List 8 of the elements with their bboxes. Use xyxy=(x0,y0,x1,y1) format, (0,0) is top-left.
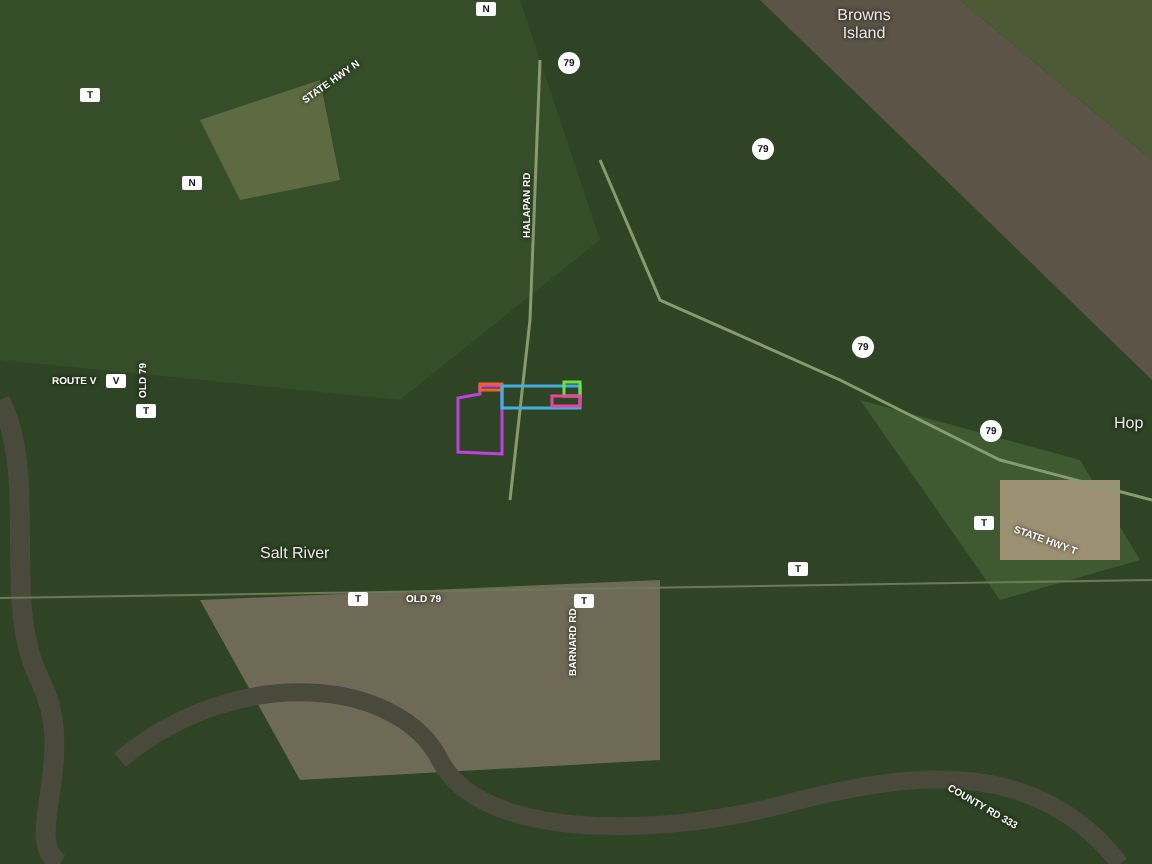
parcel-outline[interactable] xyxy=(456,384,504,456)
parcel-outline[interactable] xyxy=(550,394,582,408)
parcel-outline[interactable] xyxy=(562,380,582,398)
parcel-outline[interactable] xyxy=(478,382,504,392)
place-label: Browns Island xyxy=(835,8,893,44)
parcel-outline[interactable] xyxy=(500,384,582,410)
place-label: Hop xyxy=(1114,416,1144,434)
place-label: Salt River xyxy=(260,546,330,564)
